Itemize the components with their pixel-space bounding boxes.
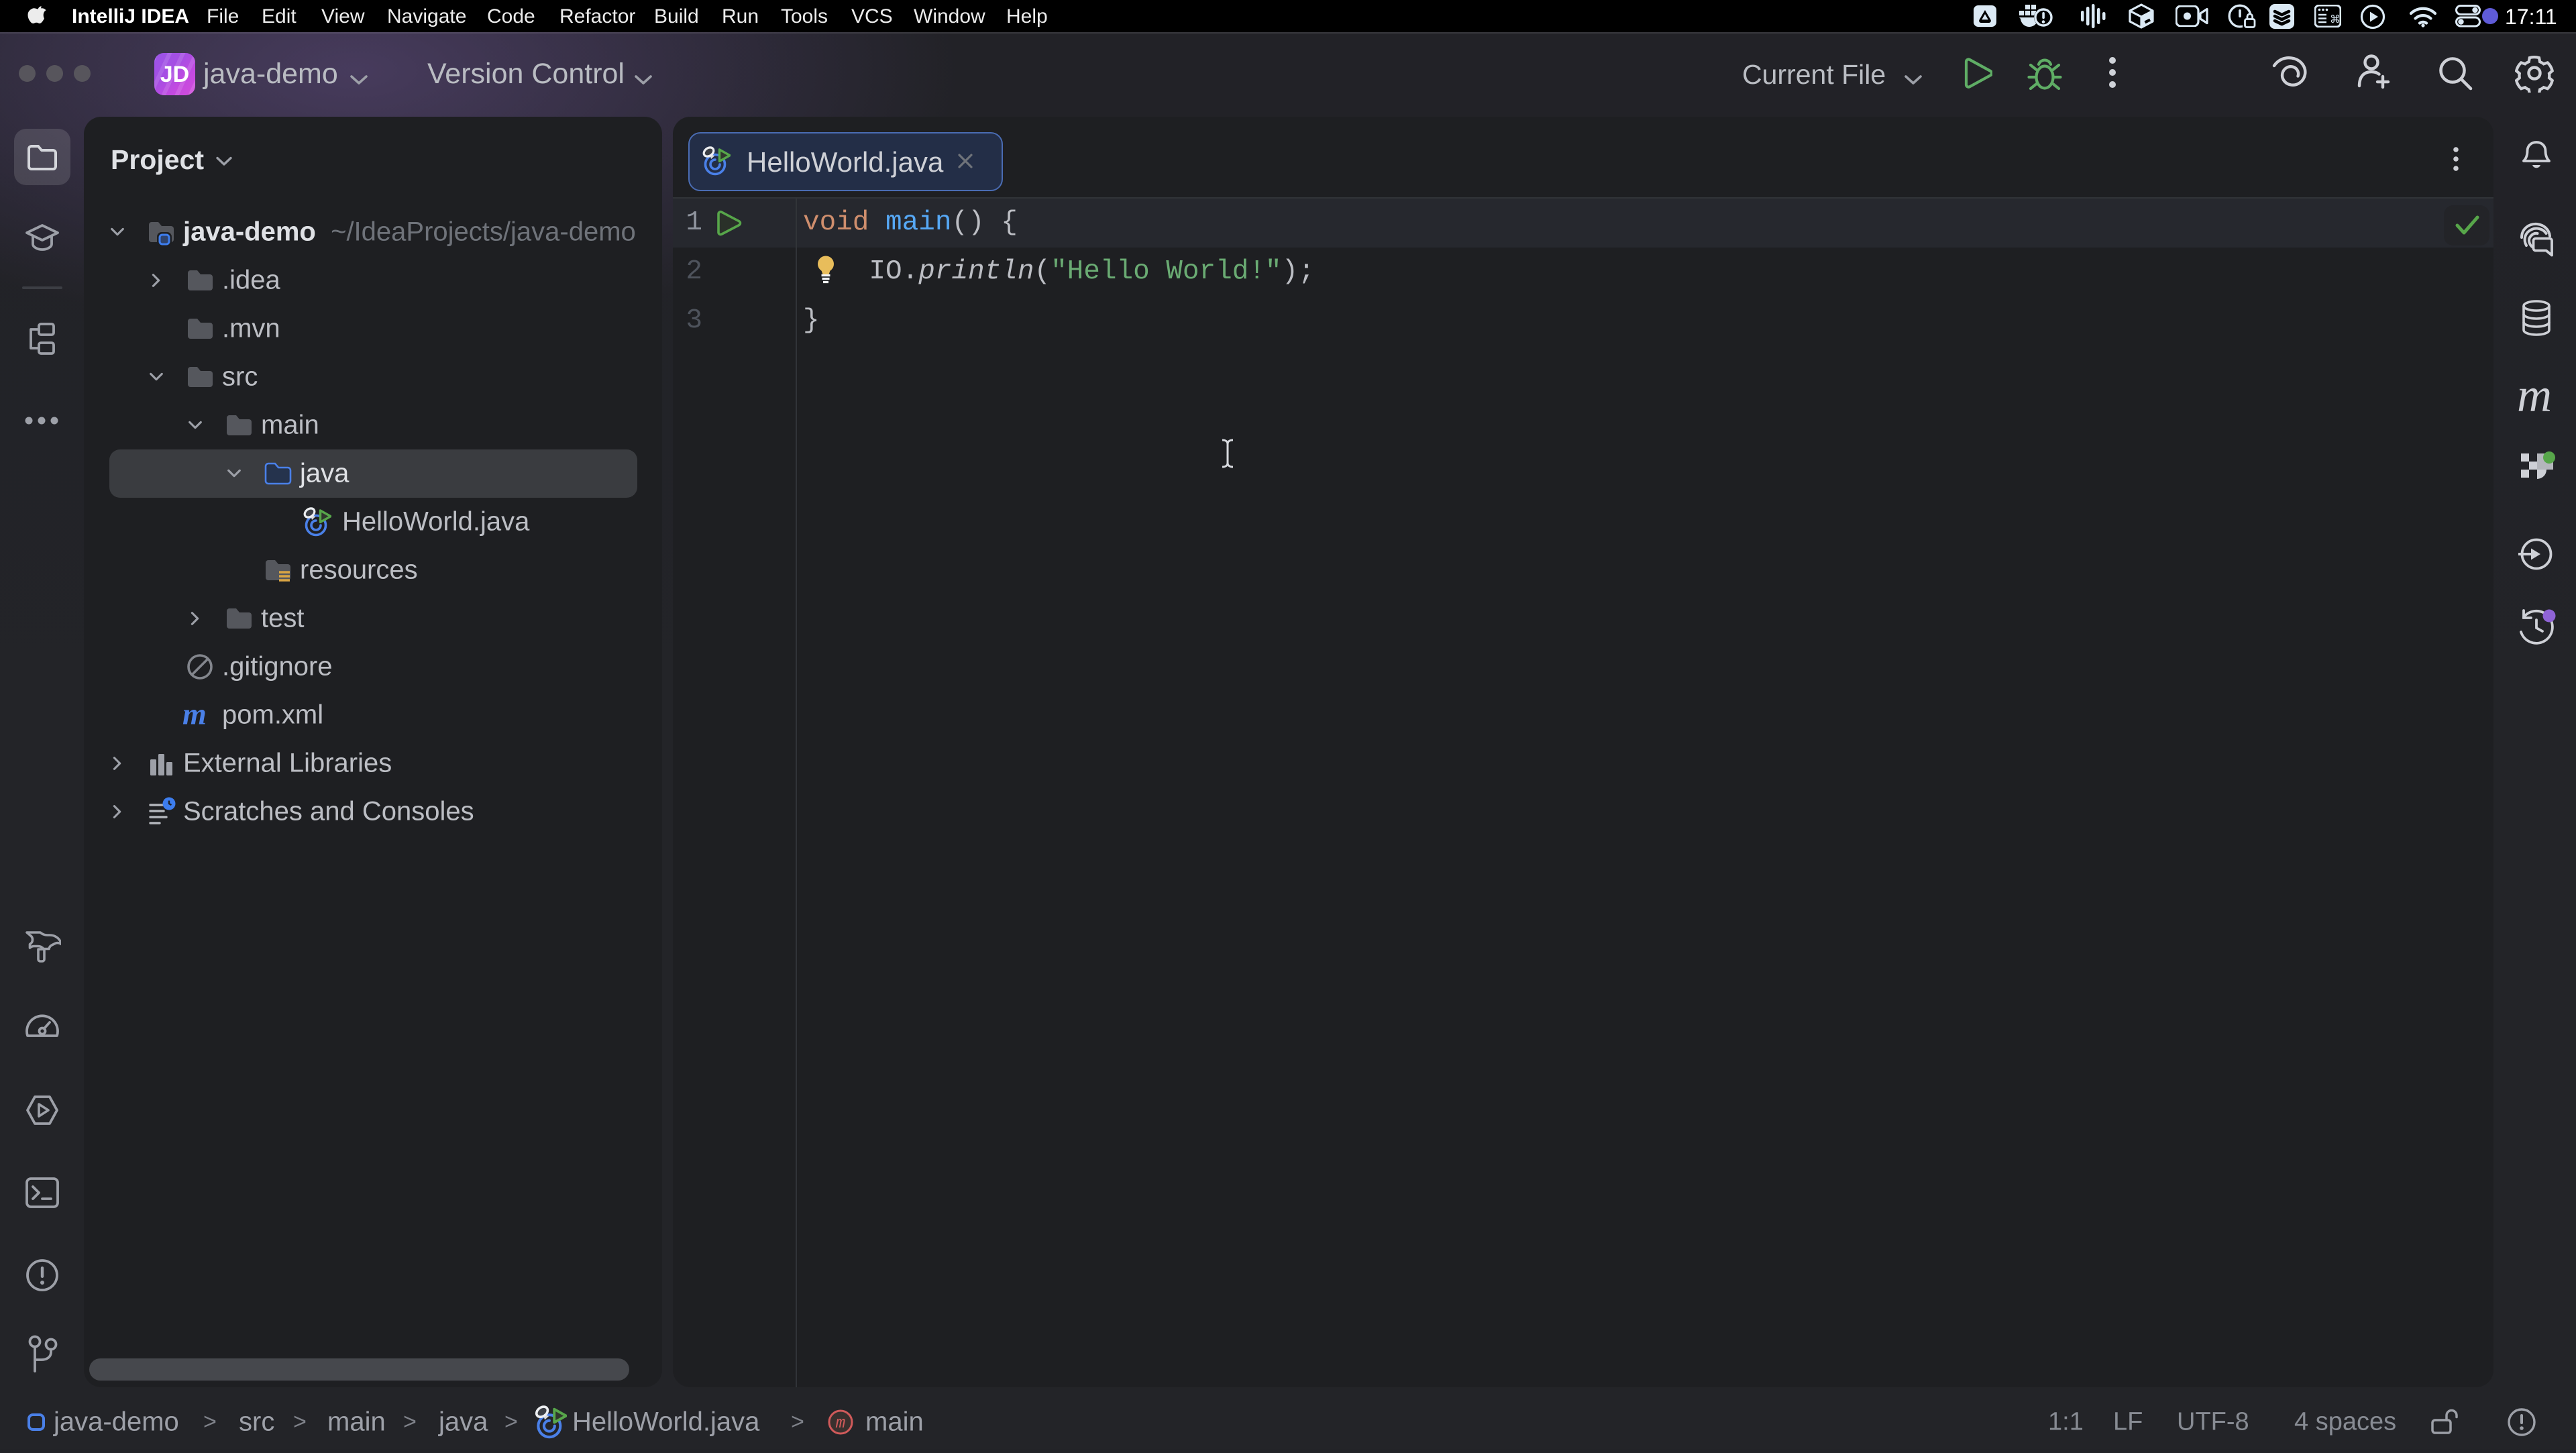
svg-text:⌘: ⌘ (2330, 14, 2341, 25)
svg-text:m: m (836, 1415, 845, 1433)
